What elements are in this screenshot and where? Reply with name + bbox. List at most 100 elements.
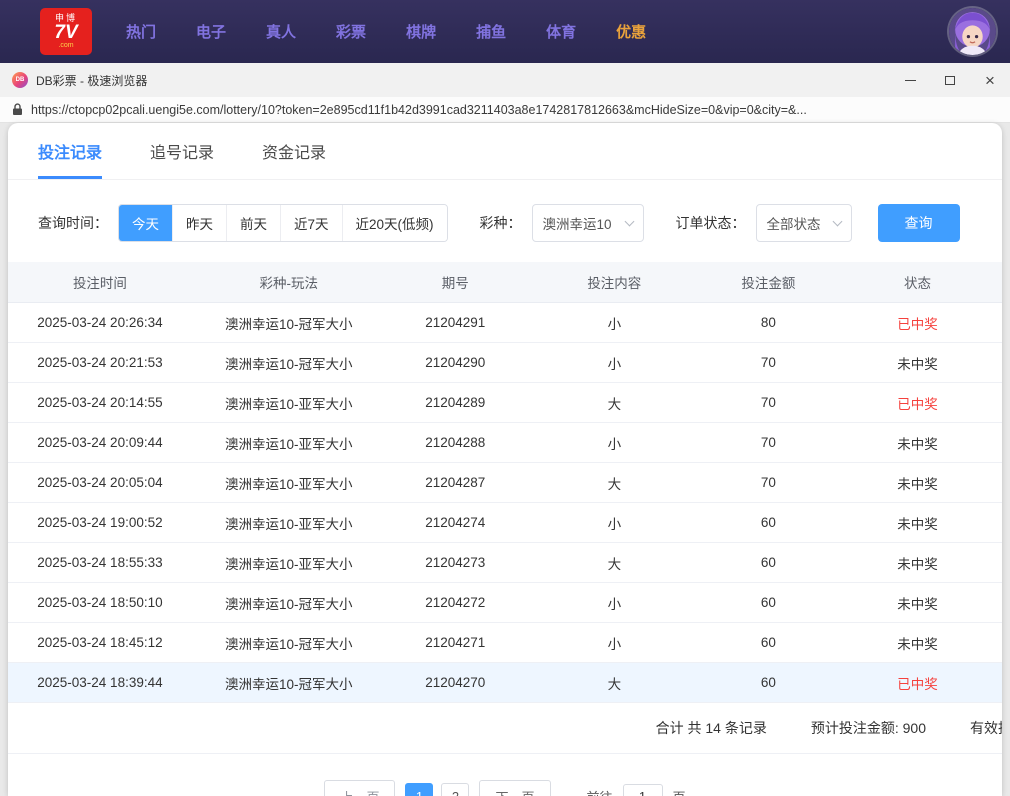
cell-game: 澳洲幸运10-亚军大小 [191, 382, 386, 423]
cell-status: 未中奖 [832, 462, 1002, 503]
cell-time: 2025-03-24 20:26:34 [8, 302, 192, 343]
order-status-value: 全部状态 [766, 217, 821, 232]
chevron-down-icon [624, 216, 634, 227]
cell-time: 2025-03-24 20:05:04 [8, 462, 192, 503]
table-row[interactable]: 2025-03-24 20:21:53 澳洲幸运10-冠军大小 21204290 小 7… [8, 342, 1002, 383]
cell-content: 大 [524, 542, 704, 583]
cell-content: 小 [524, 622, 704, 663]
nav-item-slots[interactable]: 电子 [196, 21, 226, 42]
table-body: 2025-03-24 20:26:34 澳洲幸运10-冠军大小 21204291 小 8… [8, 302, 1002, 703]
minimize-button[interactable] [890, 63, 930, 97]
cell-time: 2025-03-24 18:55:33 [8, 542, 192, 583]
prev-page-button[interactable]: 上一页 [324, 780, 396, 796]
tab-fund-records[interactable]: 资金记录 [262, 139, 326, 179]
nav-item-boardgames[interactable]: 棋牌 [406, 21, 436, 42]
col-header: 彩种-玩法 [191, 262, 386, 303]
nav-item-sports[interactable]: 体育 [546, 21, 576, 42]
cell-amount: 70 [703, 342, 833, 383]
top-nav: 热门 电子 真人 彩票 棋牌 捕鱼 体育 优惠 [126, 21, 646, 42]
time-filter-group: 今天 昨天 前天 近7天 近20天(低频) [118, 204, 448, 242]
search-button[interactable]: 查询 [877, 204, 960, 242]
maximize-icon [945, 75, 955, 85]
cell-issue: 21204274 [385, 502, 525, 543]
page-button-2[interactable]: 2 [441, 782, 470, 796]
lottery-filter-label: 彩种： [479, 215, 522, 231]
cell-issue: 21204289 [385, 382, 525, 423]
cell-time: 2025-03-24 19:00:52 [8, 502, 192, 543]
cell-amount: 60 [703, 502, 833, 543]
avatar-image [949, 8, 996, 55]
cell-issue: 21204271 [385, 622, 525, 663]
cell-game: 澳洲幸运10-冠军大小 [191, 582, 386, 623]
cell-status: 未中奖 [832, 502, 1002, 543]
cell-issue: 21204287 [385, 462, 525, 503]
logo-text-com: .com [58, 42, 74, 49]
record-tabs: 投注记录 追号记录 资金记录 [8, 123, 1002, 180]
nav-item-live[interactable]: 真人 [266, 21, 296, 42]
user-avatar[interactable] [949, 8, 996, 55]
browser-tab-title: DB彩票 - 极速浏览器 [36, 73, 148, 88]
cell-amount: 60 [703, 582, 833, 623]
filter-bar: 查询时间： 今天 昨天 前天 近7天 近20天(低频) 彩种： 澳洲幸运10 订单状态：… [8, 180, 1002, 262]
time-filter-last7[interactable]: 近7天 [280, 205, 342, 241]
table-row[interactable]: 2025-03-24 18:50:10 澳洲幸运10-冠军大小 21204272 小 6… [8, 582, 1002, 623]
cell-amount: 60 [703, 622, 833, 663]
cell-time: 2025-03-24 20:21:53 [8, 342, 192, 383]
table-header: 投注时间 彩种-玩法 期号 投注内容 投注金额 状态 [8, 262, 1002, 303]
cell-content: 小 [524, 582, 704, 623]
next-page-button[interactable]: 下一页 [479, 780, 551, 796]
nav-item-hot[interactable]: 热门 [126, 21, 156, 42]
time-filter-yesterday[interactable]: 昨天 [172, 205, 226, 241]
maximize-button[interactable] [930, 63, 970, 97]
table-row[interactable]: 2025-03-24 20:26:34 澳洲幸运10-冠军大小 21204291 小 8… [8, 302, 1002, 343]
tab-bet-records[interactable]: 投注记录 [38, 139, 103, 179]
cell-amount: 60 [703, 662, 833, 703]
table-row[interactable]: 2025-03-24 20:05:04 澳洲幸运10-亚军大小 21204287 大 7… [8, 462, 1002, 503]
table-row[interactable]: 2025-03-24 19:00:52 澳洲幸运10-亚军大小 21204274 小 6… [8, 502, 1002, 543]
site-topbar: 申博 7V .com 热门 电子 真人 彩票 棋牌 捕鱼 体育 优惠 [0, 0, 1010, 63]
minimize-icon [904, 79, 916, 81]
page-button-1[interactable]: 1 [405, 782, 434, 796]
cell-game: 澳洲幸运10-亚军大小 [191, 542, 386, 583]
address-bar-url[interactable]: https://ctopcp02pcali.uengi5e.com/lotter… [31, 103, 807, 117]
summary-bar: 合计 共 14 条记录 预计投注金额: 900 有效投注金额 [8, 703, 1002, 754]
close-button[interactable]: × [970, 63, 1010, 97]
cell-time: 2025-03-24 20:09:44 [8, 422, 192, 463]
tab-chase-records[interactable]: 追号记录 [150, 139, 214, 179]
table-row[interactable]: 2025-03-24 20:09:44 澳洲幸运10-亚军大小 21204288 小 7… [8, 422, 1002, 463]
cell-content: 大 [524, 382, 704, 423]
nav-item-lottery[interactable]: 彩票 [336, 21, 366, 42]
cell-status: 未中奖 [832, 542, 1002, 583]
pagination: 上一页 12 下一页 前往 页 [8, 780, 1002, 796]
logo-text-7v: 7V [54, 22, 78, 43]
goto-page-input[interactable] [622, 783, 663, 796]
col-header: 期号 [385, 262, 525, 303]
cell-issue: 21204270 [385, 662, 525, 703]
summary-valid-amount: 有效投注金额 [970, 720, 1002, 736]
browser-urlbar[interactable]: https://ctopcp02pcali.uengi5e.com/lotter… [0, 97, 1010, 123]
table-row[interactable]: 2025-03-24 20:14:55 澳洲幸运10-亚军大小 21204289 大 7… [8, 382, 1002, 423]
time-filter-last20[interactable]: 近20天(低频) [341, 205, 447, 241]
chevron-down-icon [832, 216, 842, 227]
cell-content: 小 [524, 422, 704, 463]
time-filter-today[interactable]: 今天 [119, 205, 172, 241]
cell-status: 未中奖 [832, 422, 1002, 463]
cell-game: 澳洲幸运10-冠军大小 [191, 342, 386, 383]
cell-status: 未中奖 [832, 622, 1002, 663]
bet-records-table: 投注时间 彩种-玩法 期号 投注内容 投注金额 状态 2025-03-24 20:26:3… [8, 262, 1002, 703]
lottery-type-select[interactable]: 澳洲幸运10 [531, 204, 644, 242]
order-status-select[interactable]: 全部状态 [755, 204, 852, 242]
nav-item-promo[interactable]: 优惠 [616, 21, 646, 42]
cell-game: 澳洲幸运10-冠军大小 [191, 662, 386, 703]
table-row[interactable]: 2025-03-24 18:55:33 澳洲幸运10-亚军大小 21204273 大 6… [8, 542, 1002, 583]
site-logo[interactable]: 申博 7V .com [40, 8, 92, 55]
time-filter-day-before[interactable]: 前天 [226, 205, 280, 241]
table-row[interactable]: 2025-03-24 18:39:44 澳洲幸运10-冠军大小 21204270 大 6… [8, 662, 1002, 703]
nav-item-fishing[interactable]: 捕鱼 [476, 21, 506, 42]
cell-game: 澳洲幸运10-冠军大小 [191, 622, 386, 663]
goto-page-suffix: 页 [673, 787, 686, 796]
table-row[interactable]: 2025-03-24 18:45:12 澳洲幸运10-冠军大小 21204271 小 6… [8, 622, 1002, 663]
col-header: 状态 [832, 262, 1002, 303]
summary-total: 合计 共 14 条记录 [655, 720, 767, 736]
cell-content: 大 [524, 462, 704, 503]
